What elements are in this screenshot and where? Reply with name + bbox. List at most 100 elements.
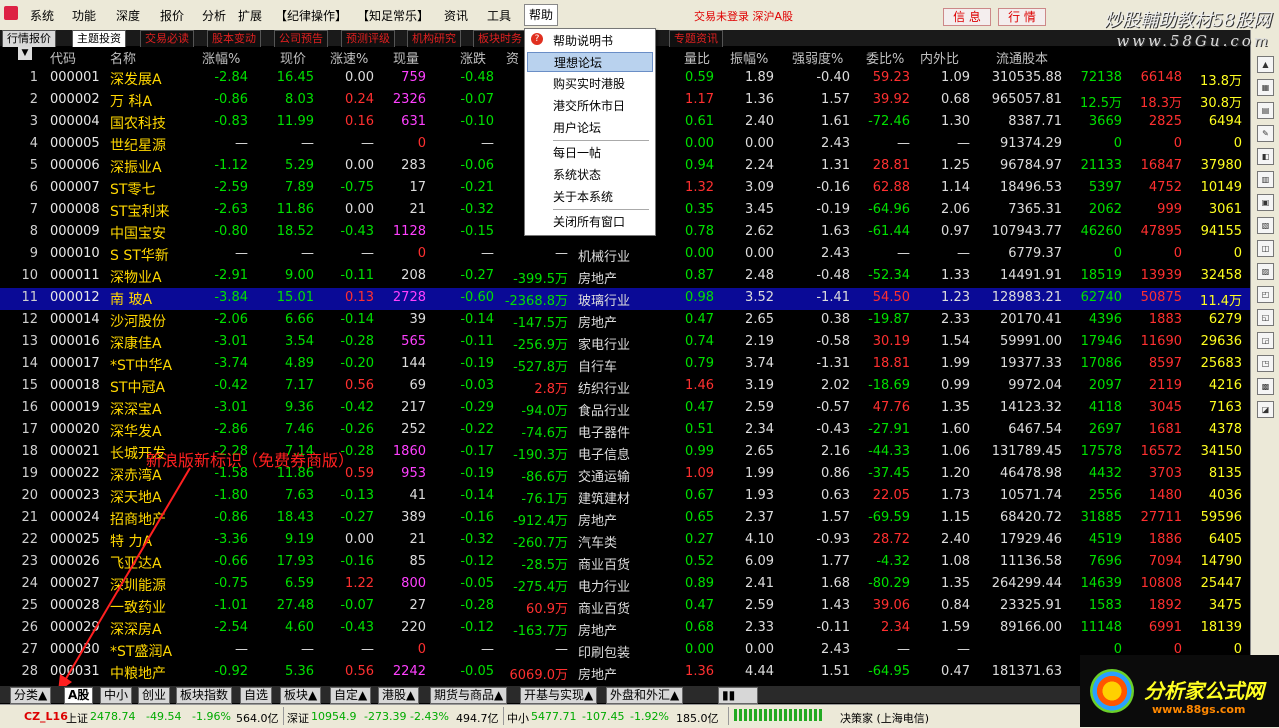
table-row[interactable]: 11 000012 南 玻A -3.84 15.01 0.13 2728 -0.60 -2368… [0,288,1250,310]
tab-company-forecast[interactable]: 公司预告 [274,30,328,47]
toolbar-icon[interactable]: ▣ [1257,194,1274,211]
menu-help[interactable]: 帮助 [524,4,559,26]
col-speed[interactable]: 涨速% [330,48,368,67]
col-change[interactable]: 涨跌 [460,48,486,67]
toolbar-icon[interactable]: ▧ [1257,217,1274,234]
sh-index-change: -49.54 [146,710,182,723]
toolbar-icon[interactable]: ▦ [1257,79,1274,96]
menu-discipline[interactable]: 【纪律操作】 [275,7,347,24]
btab-futures[interactable]: 期货与商品▲ [430,687,508,704]
btab-sme[interactable]: 中小 [100,687,133,704]
menu-user-forum[interactable]: 用户论坛 [527,118,653,138]
market-button[interactable]: 行 情 [998,8,1046,26]
sme-index-value: 5477.71 [531,710,577,723]
sort-arrow-icon[interactable]: ▼ [18,47,32,60]
toolbar-icon[interactable]: ▤ [1257,102,1274,119]
toolbar-icon[interactable]: ✎ [1257,125,1274,142]
table-row[interactable]: 9 000010 S ST华新 — — — 0 — — 机械行业 0.00 0.00 2.43 — — 677… [0,244,1250,266]
menu-buy-hk[interactable]: 购买实时港股 [527,74,653,94]
menu-help-manual[interactable]: 帮助说明书 [527,31,653,51]
info-button[interactable]: 信 息 [943,8,991,26]
col-amount[interactable]: 资 [506,48,519,67]
col-change-pct[interactable]: 涨幅% [202,48,240,67]
table-row[interactable]: 13 000016 深康佳A -3.01 3.54 -0.28 565 -0.11 -256.9… [0,332,1250,354]
cell-str: 2.43 [821,136,850,151]
btab-category[interactable]: 分类▲ [10,687,52,704]
menu-close-all[interactable]: 关闭所有窗口 [527,212,653,232]
sz-index-label[interactable]: 深证 [287,710,309,726]
horizontal-scrollbar[interactable]: ▮▮ [718,687,758,704]
tab-capital-change[interactable]: 股本变动 [207,30,261,47]
col-strength[interactable]: 强弱度% [792,48,843,67]
toolbar-icon[interactable]: ◱ [1257,309,1274,326]
toolbar-icon[interactable]: ▩ [1257,378,1274,395]
col-amplitude[interactable]: 振幅% [730,48,768,67]
col-volume[interactable]: 现量 [393,48,419,67]
table-row[interactable]: 17 000020 深华发A -2.86 7.46 -0.26 252 -0.22 -74.6万… [0,420,1250,442]
menu-ideal-forum[interactable]: 理想论坛 [527,52,653,72]
col-in-out[interactable]: 内外比 [920,48,959,67]
col-name[interactable]: 名称 [110,48,136,67]
tab-trading-guide[interactable]: 交易必读 [140,30,194,47]
tab-rating[interactable]: 预测评级 [341,30,395,47]
sh-index-label[interactable]: 上证 [66,710,88,726]
toolbar-icon[interactable]: ◲ [1257,332,1274,349]
tab-institution[interactable]: 机构研究 [407,30,461,47]
tab-quote[interactable]: 行情报价 [2,30,56,47]
toolbar-icon[interactable]: ▲ [1257,56,1274,73]
btab-forex[interactable]: 外盘和外汇▲ [606,687,684,704]
toolbar-icon[interactable]: ◪ [1257,401,1274,418]
toolbar-icon[interactable]: ◫ [1257,240,1274,257]
btab-sector-index[interactable]: 板块指数 [176,687,233,704]
cell-wb: -61.44 [868,224,910,239]
tab-special[interactable]: 专题资讯 [669,30,723,47]
table-row[interactable]: 16 000019 深深宝A -3.01 9.36 -0.42 217 -0.29 -94.0万… [0,398,1250,420]
col-price[interactable]: 现价 [280,48,306,67]
menu-system-status[interactable]: 系统状态 [527,165,653,185]
btab-funds[interactable]: 开基与实现▲ [520,687,598,704]
toolbar-icon[interactable]: ◰ [1257,286,1274,303]
menu-daily-post[interactable]: 每日一帖 [527,143,653,163]
btab-sector[interactable]: 板块▲ [280,687,322,704]
menu-analysis[interactable]: 分析 [202,7,226,24]
menu-quote[interactable]: 报价 [160,7,184,24]
cell-price: 17.93 [276,554,314,569]
menu-news[interactable]: 资讯 [444,7,468,24]
col-vol-ratio[interactable]: 量比 [684,48,710,67]
toolbar-icon[interactable]: ◧ [1257,148,1274,165]
table-row[interactable]: 15 000018 ST中冠A -0.42 7.17 0.56 69 -0.03 2.8万 纺织行… [0,376,1250,398]
btab-favorites[interactable]: 自选 [240,687,273,704]
menu-tools[interactable]: 工具 [487,7,511,24]
col-float-shares[interactable]: 流通股本 [996,48,1048,67]
cell-vr: 0.27 [685,532,714,547]
menu-system[interactable]: 系统 [30,7,54,24]
cell-n: 19 [21,466,38,481]
toolbar-icon[interactable]: ▥ [1257,171,1274,188]
cell-code: 000006 [50,158,100,173]
menu-about[interactable]: 关于本系统 [527,187,653,207]
cell-vr: 0.87 [685,268,714,283]
btab-hk[interactable]: 港股▲ [378,687,420,704]
menu-hk-holiday[interactable]: 港交所休市日 [527,96,653,116]
tab-sector[interactable]: 板块时务 [473,30,527,47]
col-bid-ratio[interactable]: 委比% [866,48,904,67]
table-row[interactable]: 14 000017 *ST中华A -3.74 4.89 -0.20 144 -0.19 -527… [0,354,1250,376]
col-code[interactable]: 代码 [50,48,76,67]
btab-a-share[interactable]: A股 [64,687,94,704]
sme-index-label[interactable]: 中小 [507,710,529,726]
btab-custom[interactable]: 自定▲ [330,687,372,704]
menu-contentment[interactable]: 【知足常乐】 [357,7,429,24]
cell-chg: -2.84 [214,70,248,85]
cell-nw: 1.15 [941,510,970,525]
tab-theme[interactable]: 主题投资 [72,30,126,47]
cell-name: 深华发A [110,424,162,440]
table-row[interactable]: 12 000014 沙河股份 -2.06 6.66 -0.14 39 -0.14 -147.5万… [0,310,1250,332]
app-logo-icon[interactable] [4,6,18,20]
toolbar-icon[interactable]: ◳ [1257,355,1274,372]
btab-gem[interactable]: 创业 [138,687,171,704]
menu-extend[interactable]: 扩展 [238,7,262,24]
menu-depth[interactable]: 深度 [116,7,140,24]
toolbar-icon[interactable]: ▨ [1257,263,1274,280]
menu-function[interactable]: 功能 [72,7,96,24]
table-row[interactable]: 10 000011 深物业A -2.91 9.00 -0.11 208 -0.27 -399.5… [0,266,1250,288]
